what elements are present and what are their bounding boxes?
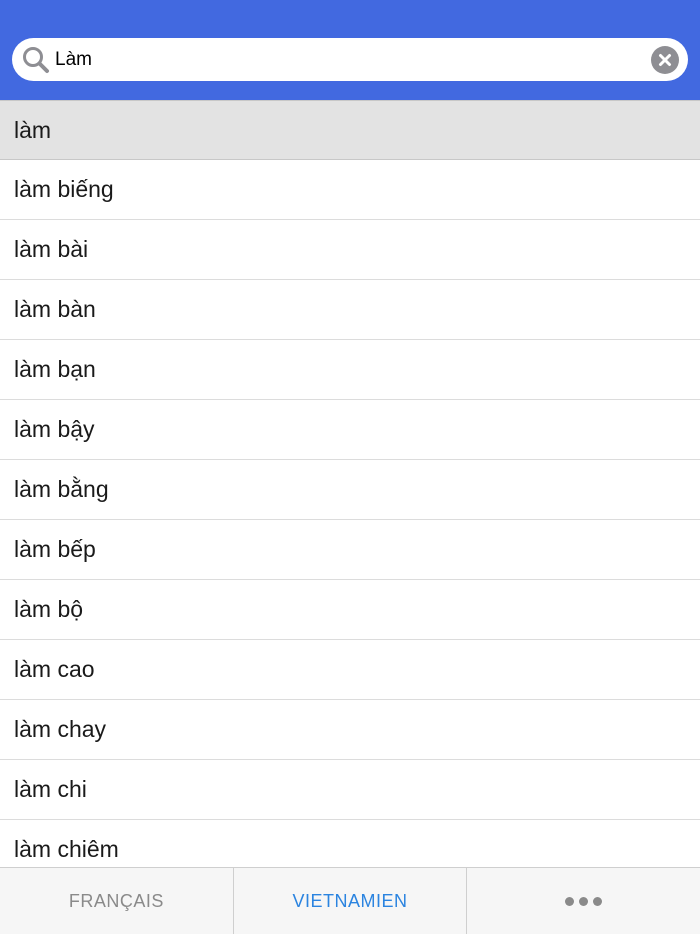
list-item[interactable]: làm chiêm xyxy=(0,820,700,867)
list-item-label: làm bàn xyxy=(14,296,96,322)
clear-search-button[interactable] xyxy=(651,46,679,74)
list-item-label: làm bài xyxy=(14,236,89,262)
list-item[interactable]: làm bộ xyxy=(0,580,700,640)
list-item[interactable]: làm bài xyxy=(0,220,700,280)
tab-francais-label: FRANÇAIS xyxy=(68,890,164,911)
list-item-label: làm biếng xyxy=(14,176,114,202)
search-bar[interactable] xyxy=(12,38,688,81)
list-item-label: làm cao xyxy=(14,656,95,682)
more-icon xyxy=(565,896,603,906)
list-item-label: làm bộ xyxy=(14,596,84,622)
close-icon xyxy=(659,54,671,66)
list-item[interactable]: làm cao xyxy=(0,640,700,700)
list-item[interactable]: làm bậy xyxy=(0,400,700,460)
list-item[interactable]: làm chay xyxy=(0,700,700,760)
list-item-label: làm xyxy=(14,116,52,143)
tab-vietnamien-label: VIETNAMIEN xyxy=(292,890,408,911)
header-bar xyxy=(0,0,700,100)
list-item[interactable]: làm biếng xyxy=(0,160,700,220)
tab-bar: FRANÇAIS VIETNAMIEN xyxy=(0,867,700,934)
list-item[interactable]: làm bàn xyxy=(0,280,700,340)
tab-vietnamien[interactable]: VIETNAMIEN xyxy=(234,868,468,934)
list-item[interactable]: làm xyxy=(0,100,700,160)
list-item[interactable]: làm bạn xyxy=(0,340,700,400)
list-item-label: làm bếp xyxy=(14,536,96,562)
tab-more[interactable] xyxy=(467,868,700,934)
results-list[interactable]: làm làm biếng làm bài làm bàn làm bạn làm bậy… xyxy=(0,100,700,867)
list-item[interactable]: làm bằng xyxy=(0,460,700,520)
list-item[interactable]: làm chi xyxy=(0,760,700,820)
search-icon xyxy=(20,44,52,76)
list-item-label: làm chay xyxy=(14,716,107,742)
list-item-label: làm bạn xyxy=(14,356,96,382)
list-item[interactable]: làm bếp xyxy=(0,520,700,580)
list-item-label: làm chiêm xyxy=(14,836,119,862)
tab-francais[interactable]: FRANÇAIS xyxy=(0,868,234,934)
list-item-label: làm bằng xyxy=(14,476,109,502)
list-item-label: làm chi xyxy=(14,776,87,802)
search-input[interactable] xyxy=(55,38,645,81)
list-item-label: làm bậy xyxy=(14,416,95,442)
